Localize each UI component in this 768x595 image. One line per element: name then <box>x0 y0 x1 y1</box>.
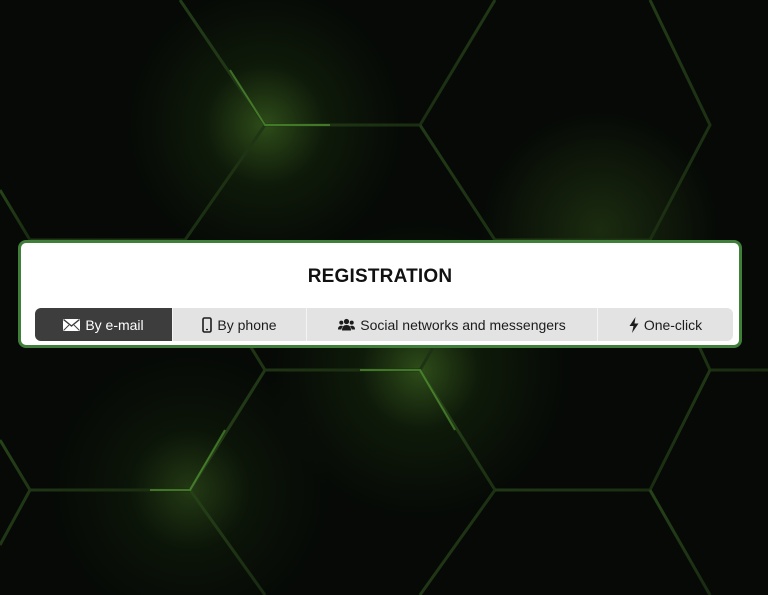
page-background: REGISTRATION By e-mail By phone Social n… <box>0 0 768 595</box>
tab-one-click[interactable]: One-click <box>598 308 733 341</box>
envelope-icon <box>63 318 81 331</box>
modal-title: REGISTRATION <box>307 266 453 287</box>
lightning-icon <box>629 316 639 333</box>
users-icon <box>338 318 356 331</box>
tab-social-networks[interactable]: Social networks and messengers <box>307 308 598 341</box>
tab-by-phone[interactable]: By phone <box>173 308 307 341</box>
registration-modal: REGISTRATION By e-mail By phone Social n… <box>18 240 742 348</box>
tab-by-email-label: By e-mail <box>85 316 144 333</box>
tab-social-networks-label: Social networks and messengers <box>360 316 566 333</box>
registration-tabs: By e-mail By phone Social networks and m… <box>35 308 733 341</box>
tab-by-phone-label: By phone <box>217 316 277 333</box>
tab-one-click-label: One-click <box>643 316 703 333</box>
phone-icon <box>202 316 213 333</box>
tab-by-email[interactable]: By e-mail <box>35 308 173 341</box>
